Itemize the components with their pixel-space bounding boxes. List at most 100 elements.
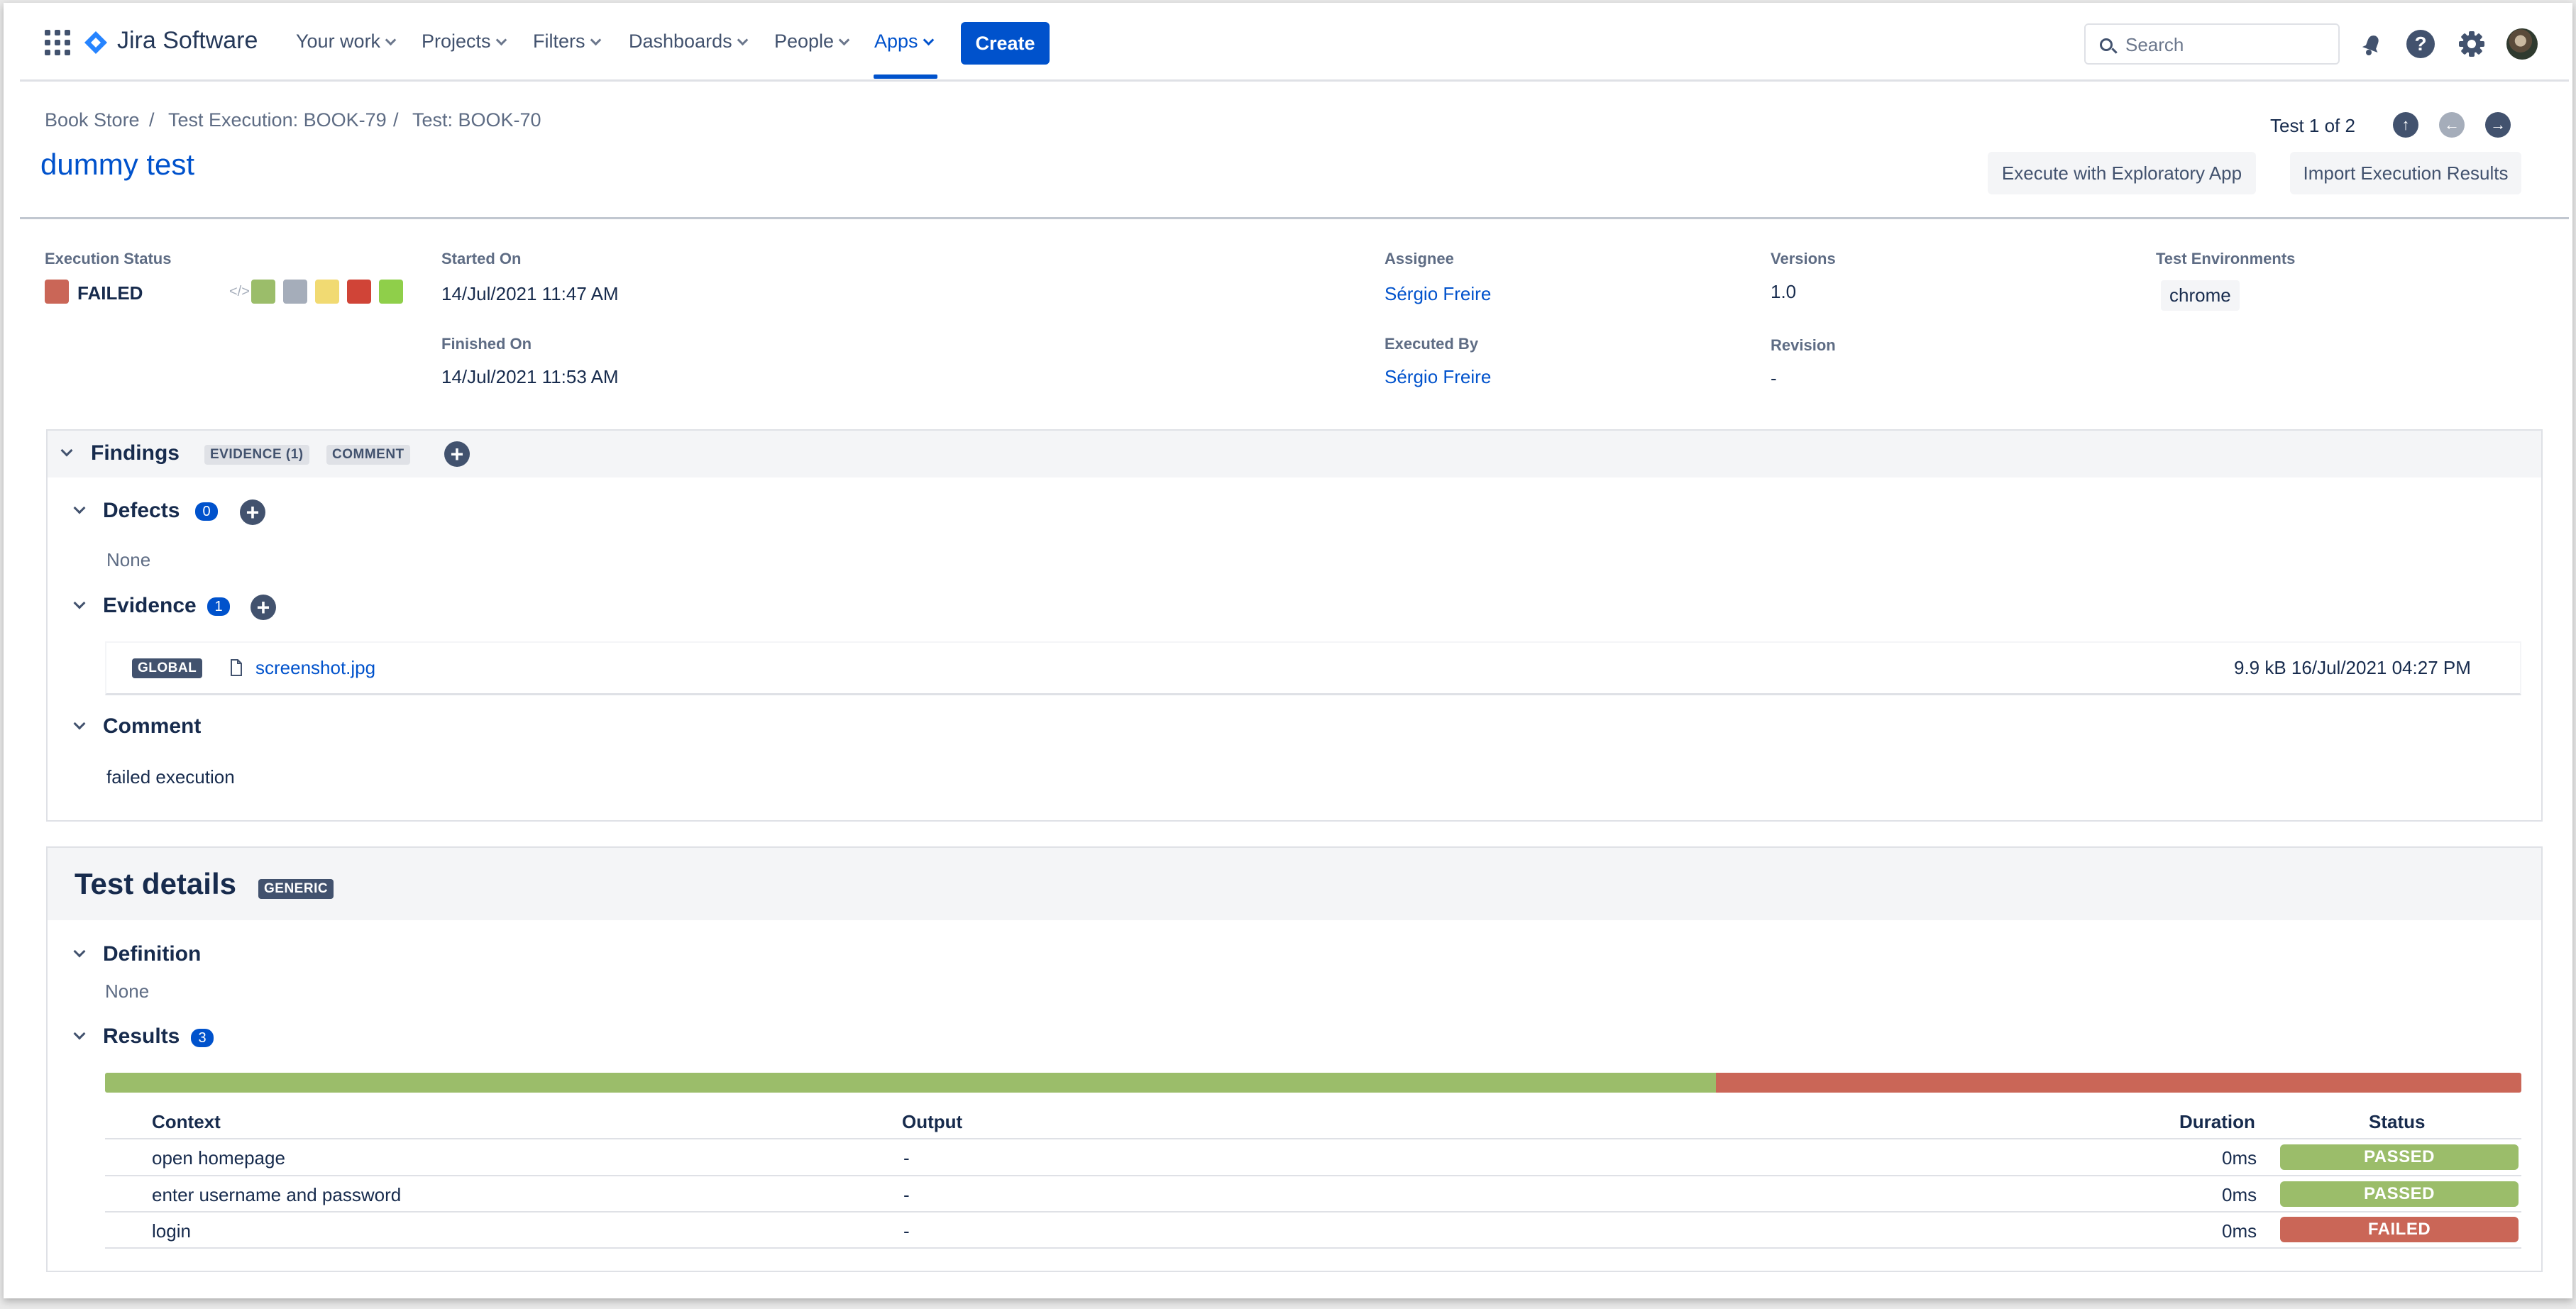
environment-chip: chrome <box>2161 280 2240 311</box>
nav-dashboards[interactable]: Dashboards <box>629 31 748 53</box>
comment-tag: COMMENT <box>326 445 410 465</box>
nav-people-label: People <box>774 31 835 52</box>
versions-label: Versions <box>1771 250 1836 267</box>
nav-your-work[interactable]: Your work <box>296 31 397 53</box>
evidence-item <box>105 641 2521 695</box>
status-option-failed[interactable] <box>347 280 371 304</box>
column-header-status: Status <box>2369 1111 2426 1132</box>
column-header-output: Output <box>902 1111 963 1132</box>
help-icon[interactable]: ? <box>2406 30 2435 58</box>
row-divider <box>105 1247 2521 1249</box>
column-header-context: Context <box>152 1111 221 1132</box>
definition-title: Definition <box>103 942 202 966</box>
test-details-panel <box>46 846 2543 1272</box>
active-tab-indicator <box>874 74 937 79</box>
progress-passed-segment <box>105 1073 1716 1093</box>
nav-apps[interactable]: Apps <box>874 31 934 53</box>
test-type-badge: GENERIC <box>258 879 334 899</box>
product-name[interactable]: Jira Software <box>117 27 258 55</box>
nav-people[interactable]: People <box>774 31 850 53</box>
breadcrumb-test-execution[interactable]: Test Execution: BOOK-79 <box>168 109 387 131</box>
import-results-button[interactable]: Import Execution Results <box>2290 152 2521 194</box>
findings-panel <box>46 429 2543 822</box>
evidence-count-badge: 1 <box>207 597 230 616</box>
defects-title: Defects <box>103 499 180 522</box>
row-output: - <box>903 1220 910 1242</box>
arrow-left-icon: ← <box>2439 112 2465 138</box>
chevron-down-icon <box>923 34 934 46</box>
search-input[interactable]: Search <box>2084 23 2340 65</box>
row-duration: 0ms <box>2222 1147 2257 1169</box>
execution-status-value: FAILED <box>77 282 143 304</box>
execute-exploratory-button[interactable]: Execute with Exploratory App <box>1988 152 2256 194</box>
file-icon <box>231 659 242 676</box>
results-title: Results <box>103 1024 180 1048</box>
breadcrumb-test[interactable]: Test: BOOK-70 <box>412 109 541 131</box>
comment-text: failed execution <box>106 766 235 788</box>
user-avatar[interactable] <box>2506 28 2538 60</box>
row-duration: 0ms <box>2222 1220 2257 1242</box>
finished-on-label: Finished On <box>441 335 532 353</box>
executed-by-link[interactable]: Sérgio Freire <box>1385 366 1491 388</box>
evidence-tag: EVIDENCE (1) <box>204 445 309 465</box>
arrow-right-icon[interactable]: → <box>2485 112 2511 138</box>
settings-gear-icon[interactable] <box>2457 30 2486 58</box>
nav-your-work-label: Your work <box>296 31 381 52</box>
nav-divider <box>20 79 2569 82</box>
row-output: - <box>903 1184 910 1205</box>
versions-value: 1.0 <box>1771 281 1797 302</box>
started-on-label: Started On <box>441 250 522 267</box>
nav-projects-label: Projects <box>422 31 491 52</box>
status-option-executing[interactable] <box>315 280 339 304</box>
evidence-scope-badge: GLOBAL <box>132 658 203 678</box>
search-icon <box>2100 38 2113 51</box>
add-defect-icon[interactable]: + <box>240 499 265 525</box>
page-title: dummy test <box>40 148 195 181</box>
add-finding-icon[interactable]: + <box>444 441 470 467</box>
progress-failed-segment <box>1715 1073 2521 1093</box>
nav-filters-label: Filters <box>533 31 585 52</box>
header-divider <box>20 217 2569 219</box>
evidence-file-link[interactable]: screenshot.jpg <box>255 657 375 679</box>
arrow-up-icon[interactable]: ↑ <box>2393 112 2418 138</box>
top-navigation: Jira Software Your work Projects Filters… <box>4 3 2572 81</box>
header-divider <box>105 1138 2521 1139</box>
test-details-header <box>48 848 2541 920</box>
definition-empty: None <box>105 981 150 1002</box>
search-placeholder: Search <box>2125 34 2184 55</box>
row-divider <box>105 1175 2521 1176</box>
revision-value: - <box>1771 368 1777 389</box>
row-duration: 0ms <box>2222 1184 2257 1205</box>
app-switcher-icon[interactable] <box>45 30 70 55</box>
comment-title: Comment <box>103 714 202 738</box>
test-environments-label: Test Environments <box>2156 250 2296 267</box>
results-count-badge: 3 <box>191 1029 214 1047</box>
row-status-badge: PASSED <box>2280 1144 2519 1170</box>
app-window: Jira Software Your work Projects Filters… <box>4 3 2572 1298</box>
row-divider <box>105 1211 2521 1213</box>
breadcrumb-separator: / <box>393 109 399 131</box>
column-header-duration: Duration <box>2179 1111 2255 1132</box>
jira-logo-icon[interactable] <box>83 30 109 55</box>
findings-header[interactable] <box>48 431 2541 477</box>
status-option-passed[interactable] <box>251 280 275 304</box>
test-pager-text: Test 1 of 2 <box>2270 115 2355 136</box>
defects-count-badge: 0 <box>195 502 218 521</box>
assignee-label: Assignee <box>1385 250 1454 267</box>
nav-projects[interactable]: Projects <box>422 31 507 53</box>
breadcrumb-book-store[interactable]: Book Store <box>45 109 140 131</box>
assignee-link[interactable]: Sérgio Freire <box>1385 283 1491 305</box>
evidence-title: Evidence <box>103 594 197 617</box>
create-button[interactable]: Create <box>961 22 1050 65</box>
finished-on-value: 14/Jul/2021 11:53 AM <box>441 366 619 387</box>
nav-filters[interactable]: Filters <box>533 31 601 53</box>
test-details-title: Test details <box>75 867 236 900</box>
status-option-todo[interactable] <box>283 280 307 304</box>
add-evidence-icon[interactable]: + <box>251 595 276 620</box>
evidence-file-meta: 9.9 kB 16/Jul/2021 04:27 PM <box>2234 657 2471 678</box>
notifications-icon[interactable] <box>2357 30 2385 58</box>
status-option-custom[interactable] <box>379 280 403 304</box>
findings-title: Findings <box>91 441 180 465</box>
defects-empty: None <box>106 549 151 570</box>
revision-label: Revision <box>1771 336 1836 354</box>
